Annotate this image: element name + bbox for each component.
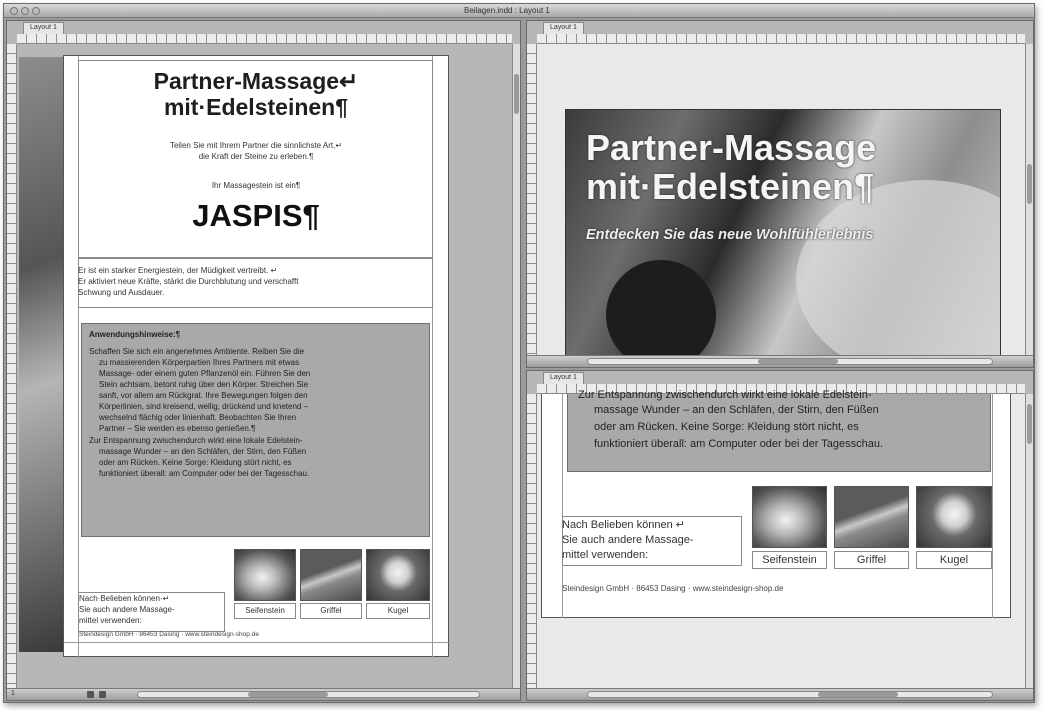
- page-number-field[interactable]: 1: [11, 690, 15, 697]
- right-top-layout-pane: Layout 1 Partner-Massage mit·Edelsteinen…: [526, 20, 1034, 368]
- margin-guide: [992, 394, 993, 618]
- horizontal-scroll-thumb[interactable]: [758, 359, 838, 364]
- hints-line: sanft, vor allem am Rückgrat. Ihre Beweg…: [99, 391, 308, 400]
- stone-caption-kugel-zoomed: Kugel: [916, 551, 992, 569]
- horizontal-scroll-thumb[interactable]: [818, 692, 898, 697]
- horizontal-scrollbar[interactable]: [587, 358, 993, 365]
- spread-photo-strip: [19, 57, 64, 652]
- hero-subtitle: Entdecken Sie das neue Wohlfühlerlebnis: [586, 227, 874, 243]
- stone-caption-seifenstein-zoomed: Seifenstein: [752, 551, 827, 569]
- zoom-hints-line: funktioniert überall: am Computer oder b…: [594, 438, 884, 450]
- minimize-window-icon[interactable]: [21, 7, 29, 15]
- right-top-status-bar: [527, 355, 1033, 367]
- vertical-scrollbar[interactable]: [1025, 44, 1033, 355]
- horizontal-scrollbar[interactable]: [137, 691, 480, 698]
- vertical-scrollbar[interactable]: [1025, 394, 1033, 688]
- description-line1: Er ist ein starker Energiestein, der Müd…: [78, 266, 278, 275]
- hints-line: wechselnd flächig oder linienhaft. Beoba…: [99, 413, 297, 422]
- hints-line: Stein achtsam, betont ruhig über den Kör…: [99, 380, 309, 389]
- extras-line2: Sie auch andere Massage-: [79, 605, 175, 614]
- indesign-window: Beilagen.indd : Layout 1 Layout 1 Partne…: [3, 3, 1035, 703]
- document-footer-zoomed: Steindesign GmbH · 86453 Dasing · www.st…: [562, 584, 784, 593]
- horizontal-scrollbar[interactable]: [587, 691, 993, 698]
- zoom-window-icon[interactable]: [32, 7, 40, 15]
- extras-line1: Nach·Belieben können·↵: [79, 594, 170, 603]
- seifenstein-image[interactable]: [234, 549, 296, 601]
- hero-title-line2: mit·Edelsteinen¶: [586, 166, 875, 207]
- hints-line: funktioniert überall: am Computer oder b…: [99, 469, 310, 478]
- seifenstein-image-zoomed[interactable]: [752, 486, 827, 548]
- description-line2: Er aktiviert neue Kräfte, stärkt die Dur…: [78, 277, 299, 286]
- zoomed-document-page[interactable]: Zur Entspannung zwischendurch wirkt eine…: [541, 389, 1011, 618]
- hero-title-line1: Partner-Massage: [586, 127, 877, 168]
- tab-layout-left[interactable]: Layout 1: [23, 22, 64, 34]
- zoom-extras-line3: mittel verwenden:: [562, 549, 649, 561]
- hints-box-zoomed[interactable]: Zur Entspannung zwischendurch wirkt eine…: [567, 389, 991, 472]
- kugel-image[interactable]: [366, 549, 430, 601]
- horizontal-ruler[interactable]: [537, 34, 1025, 44]
- intro-line2: die Kraft der Steine zu erleben.¶: [198, 152, 314, 161]
- hints-line: massage Wunder – an den Schläfen, der St…: [99, 447, 307, 456]
- hints-line: Schaffen Sie sich ein angenehmes Ambient…: [89, 347, 305, 356]
- vertical-ruler[interactable]: [7, 44, 17, 688]
- stone-name-heading: JASPIS¶: [192, 198, 320, 233]
- hints-line: Partner – Sie werden es ebenso genießen.…: [99, 424, 256, 433]
- zoom-hints-line: Zur Entspannung zwischendurch wirkt eine…: [578, 389, 872, 401]
- document-title-line1: Partner-Massage↵: [153, 68, 359, 94]
- window-title: Beilagen.indd : Layout 1: [464, 6, 550, 15]
- zoom-extras-line1: Nach Belieben können ↵: [562, 519, 685, 531]
- hints-line: zu massierenden Körperpartien Ihres Part…: [99, 358, 300, 367]
- vertical-scroll-thumb[interactable]: [1027, 164, 1032, 204]
- extras-line3: mittel verwenden:: [79, 616, 142, 625]
- hints-line: Körperlinien, sind kreisend, wellig, drü…: [99, 402, 309, 411]
- zoom-hints-line: oder am Rücken. Keine Sorge: Kleidung st…: [594, 421, 859, 433]
- right-bottom-status-bar: [527, 688, 1033, 700]
- tab-layout-right-top[interactable]: Layout 1: [543, 22, 584, 34]
- page-nav-icon[interactable]: [99, 691, 106, 698]
- griffel-image-zoomed[interactable]: [834, 486, 909, 548]
- griffel-image[interactable]: [300, 549, 362, 601]
- hints-line: Massage- oder einem guten Pflanzenöl ein…: [99, 369, 311, 378]
- close-window-icon[interactable]: [10, 7, 18, 15]
- vertical-ruler[interactable]: [527, 394, 537, 688]
- document-footer: Steindesign GmbH · 86453 Dasing · www.st…: [79, 631, 259, 638]
- title-bar: Beilagen.indd : Layout 1: [4, 4, 1034, 18]
- vertical-scrollbar[interactable]: [512, 44, 520, 688]
- hints-line: Zur Entspannung zwischendurch wirkt eine…: [89, 436, 303, 445]
- document-page[interactable]: Partner-Massage↵ mit·Edelsteinen¶ Teilen…: [63, 55, 450, 658]
- stone-caption-seifenstein: Seifenstein: [234, 603, 296, 619]
- left-status-bar: 1: [7, 688, 520, 700]
- zoom-extras-line2: Sie auch andere Massage-: [562, 534, 694, 546]
- stone-intro: Ihr Massagestein ist ein¶: [211, 181, 301, 190]
- vertical-ruler[interactable]: [527, 44, 537, 355]
- zoom-hints-line: massage Wunder – an den Schläfen, der St…: [594, 404, 879, 416]
- application-hints-box[interactable]: Anwendungshinweise:¶ Schaffen Sie sich e…: [81, 323, 430, 537]
- right-bottom-layout-pane: Layout 1 Zur Entspannung zwischendurch w…: [526, 370, 1034, 701]
- horizontal-ruler[interactable]: [17, 34, 512, 44]
- stone-caption-kugel: Kugel: [366, 603, 430, 619]
- margin-guide: [64, 642, 450, 643]
- hints-line: oder am Rücken. Keine Sorge: Kleidung st…: [99, 458, 292, 467]
- kugel-image-zoomed[interactable]: [916, 486, 992, 548]
- stone-caption-griffel-zoomed: Griffel: [834, 551, 909, 569]
- massage-stone-shape: [606, 260, 716, 356]
- description-line3: Schwung und Ausdauer.: [78, 288, 165, 297]
- hints-heading: Anwendungshinweise:¶: [89, 330, 181, 339]
- preflight-icon[interactable]: [87, 691, 94, 698]
- intro-line1: Teilen Sie mit Ihrem Partner die sinnlic…: [169, 141, 343, 150]
- vertical-scroll-thumb[interactable]: [1027, 404, 1032, 444]
- tab-layout-right-bottom[interactable]: Layout 1: [543, 372, 584, 384]
- stone-caption-griffel: Griffel: [300, 603, 362, 619]
- vertical-scroll-thumb[interactable]: [514, 74, 519, 114]
- left-layout-pane: Layout 1 Partner-Massage↵ mit·Edelsteine…: [6, 20, 521, 701]
- hero-photo[interactable]: Partner-Massage mit·Edelsteinen¶ Entdeck…: [565, 109, 1001, 357]
- horizontal-scroll-thumb[interactable]: [248, 692, 328, 697]
- document-title-line2: mit·Edelsteinen¶: [163, 94, 349, 120]
